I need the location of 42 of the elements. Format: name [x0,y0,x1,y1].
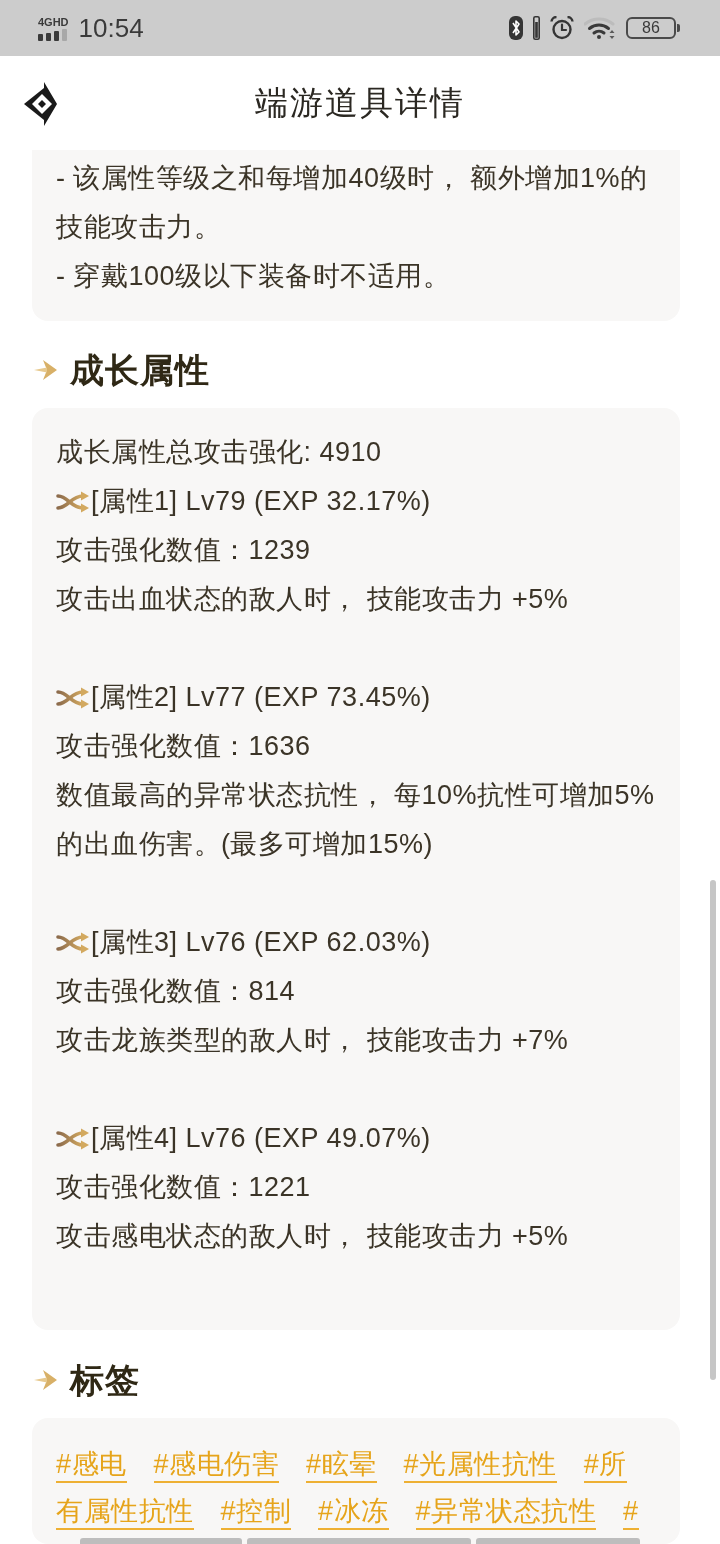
logo-icon [23,82,57,126]
section-title: 成长属性 [70,350,210,391]
attribute-title: [属性1] Lv79 (EXP 32.17%) [91,485,431,518]
attribute-title: [属性3] Lv76 (EXP 62.03%) [91,926,431,959]
tag-link[interactable]: #控制 [220,1495,292,1530]
signal-icon [38,28,68,41]
attribute-value: 攻击强化数值：814 [56,975,297,1008]
attribute-effect: 攻击龙族类型的敌人时， 技能攻击力 +7% [56,1024,570,1057]
device-battery-icon [533,16,540,40]
shuffle-icon [56,686,90,709]
tag-link[interactable]: # [623,1495,639,1530]
section-title: 标签 [70,1360,140,1401]
page-title: 端游道具详情 [255,82,465,123]
arrow-icon [34,1369,58,1391]
network-type: 4GHD [38,15,69,28]
attribute-title: [属性4] Lv76 (EXP 49.07%) [91,1122,431,1155]
tag-link[interactable]: #眩晕 [306,1448,377,1483]
tag-link[interactable]: #异常状态抗性 [415,1495,597,1530]
shuffle-icon [56,931,90,954]
tag-link[interactable]: #所 [583,1448,627,1483]
alarm-clock-icon [550,16,574,40]
shuffle-icon [56,490,90,513]
bluetooth-icon [509,16,523,40]
wifi-icon [584,17,616,39]
attribute-value: 攻击强化数值：1239 [56,534,312,567]
shuffle-icon [56,1127,90,1150]
tag-link[interactable]: #感电 [56,1448,127,1483]
tag-link[interactable]: 有属性抗性 [56,1495,194,1530]
tag-link[interactable]: #感电伤害 [153,1448,280,1483]
attribute-title: [属性2] Lv77 (EXP 73.45%) [91,681,431,714]
attribute-effect: 攻击感电状态的敌人时， 技能攻击力 +5% [56,1220,570,1253]
note-text: - 该属性等级之和每增加40级时， 额外增加1%的技能攻击力。 [56,162,649,244]
tag-link[interactable]: #光属性抗性 [403,1448,557,1483]
attribute-value: 攻击强化数值：1636 [56,730,312,763]
arrow-icon [34,359,58,381]
attribute-effect: 攻击出血状态的敌人时， 技能攻击力 +5% [56,583,570,616]
tag-link[interactable]: #冰冻 [318,1495,389,1530]
attribute-effect: 数值最高的异常状态抗性， 每10%抗性可增加5%的出血伤害。(最多可增加15%) [56,779,656,861]
note-text: - 穿戴100级以下装备时不适用。 [56,260,452,293]
clock-time: 10:54 [78,13,144,43]
summary-text: 成长属性总攻击强化: 4910 [56,436,383,469]
attribute-value: 攻击强化数值：1221 [56,1171,312,1204]
